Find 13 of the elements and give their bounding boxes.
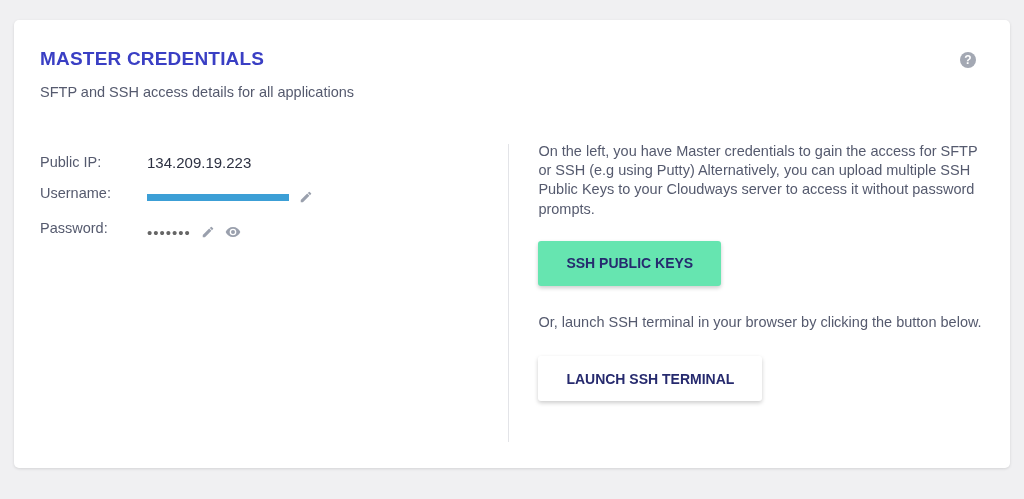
edit-icon[interactable] — [299, 190, 313, 204]
field-label: Public IP: — [40, 154, 103, 170]
password-value: ••••••• — [147, 224, 191, 241]
edit-icon[interactable] — [200, 224, 215, 239]
launch-terminal-button[interactable]: LAUNCH SSH TERMINAL — [538, 356, 763, 401]
card-title: MASTER CREDENTIALS — [40, 48, 265, 70]
description-text: On the left, you have Master credentials to gain the access for SFTP or SSH (e.g using Putty) Alternatively, you can upload multiple SSH Public Keys to your Cloudways server to access it without password prompts. — [538, 142, 979, 219]
field-label: Username: — [40, 185, 112, 201]
card-subtitle: SFTP and SSH access details for all applications — [40, 84, 356, 100]
field-value: 134.209.19.223 — [147, 153, 252, 171]
field-label: Password: — [40, 219, 109, 236]
ssh-keys-button[interactable]: SSH PUBLIC KEYS — [538, 240, 722, 286]
terminal-text: Or, launch SSH terminal in your browser by clicking the button below. — [538, 312, 983, 332]
